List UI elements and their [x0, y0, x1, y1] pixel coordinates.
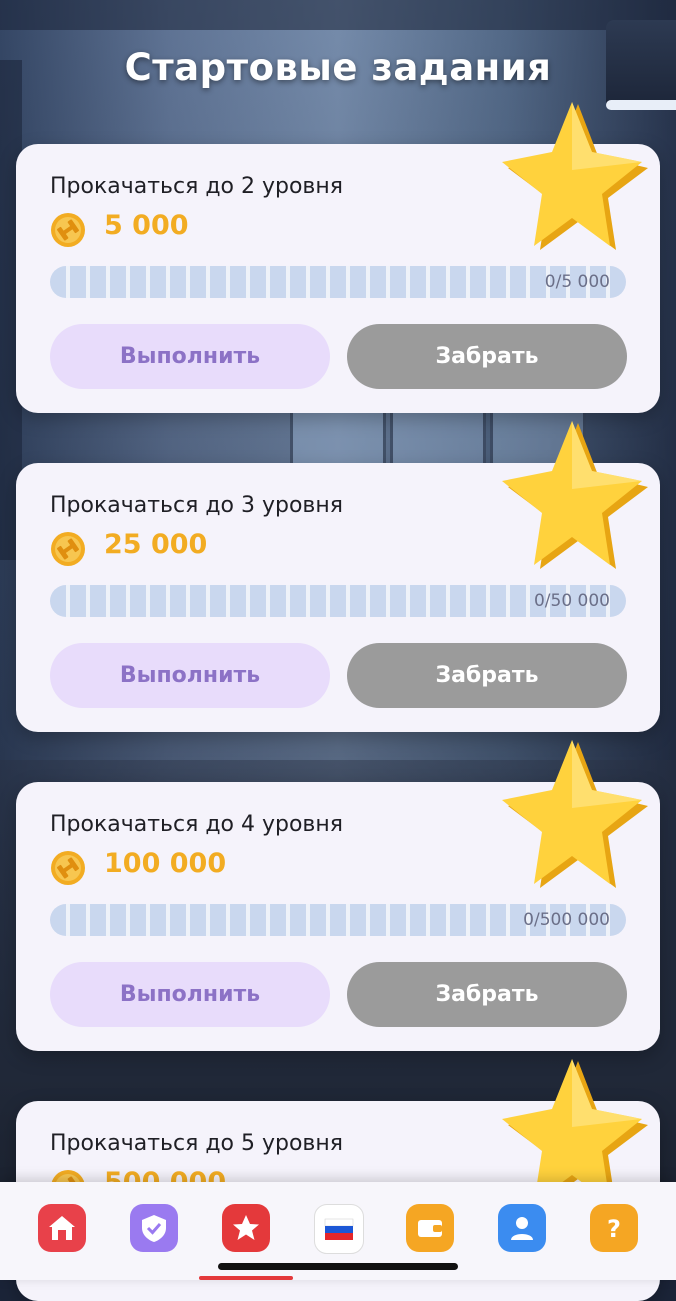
nav-tasks[interactable]: [222, 1204, 270, 1252]
task-title: Прокачаться до 2 уровня: [50, 174, 344, 199]
star-icon: [233, 1215, 259, 1240]
star-icon: [502, 421, 648, 569]
home-indicator: [218, 1263, 458, 1270]
help-icon: ?: [607, 1215, 621, 1243]
reward-amount: 5 000: [104, 210, 189, 241]
nav-active-indicator: [199, 1276, 293, 1280]
nav-wallet[interactable]: [406, 1204, 454, 1252]
home-icon: [49, 1216, 75, 1240]
nav-security[interactable]: [130, 1204, 178, 1252]
reward-amount: 100 000: [104, 848, 227, 879]
russia-flag-icon: [324, 1218, 354, 1240]
nav-help[interactable]: ?: [590, 1204, 638, 1252]
star-icon: [502, 102, 648, 250]
star-icon: [502, 740, 648, 888]
reward-amount: 25 000: [104, 529, 208, 560]
profile-icon: [511, 1217, 533, 1240]
do-button[interactable]: Выполнить: [50, 643, 330, 708]
shield-check-icon: [142, 1215, 166, 1242]
claim-button[interactable]: Забрать: [347, 962, 627, 1027]
progress-text: 0/5 000: [544, 272, 610, 292]
claim-button[interactable]: Забрать: [347, 643, 627, 708]
wallet-icon: [418, 1220, 442, 1237]
dumbbell-coin-icon: [51, 213, 85, 247]
nav-home[interactable]: [38, 1204, 86, 1252]
progress-text: 0/500 000: [523, 910, 610, 930]
bottom-nav: ?: [0, 1182, 676, 1280]
task-title: Прокачаться до 3 уровня: [50, 493, 344, 518]
dumbbell-coin-icon: [51, 532, 85, 566]
dumbbell-coin-icon: [51, 851, 85, 885]
svg-text:?: ?: [607, 1215, 621, 1243]
claim-button[interactable]: Забрать: [347, 324, 627, 389]
task-title: Прокачаться до 4 уровня: [50, 812, 344, 837]
do-button[interactable]: Выполнить: [50, 962, 330, 1027]
do-button[interactable]: Выполнить: [50, 324, 330, 389]
nav-profile[interactable]: [498, 1204, 546, 1252]
progress-text: 0/50 000: [533, 591, 610, 611]
progress-bar: [50, 266, 626, 298]
nav-language[interactable]: [314, 1204, 364, 1254]
task-title: Прокачаться до 5 уровня: [50, 1131, 344, 1156]
page-title: Стартовые задания: [124, 46, 552, 89]
